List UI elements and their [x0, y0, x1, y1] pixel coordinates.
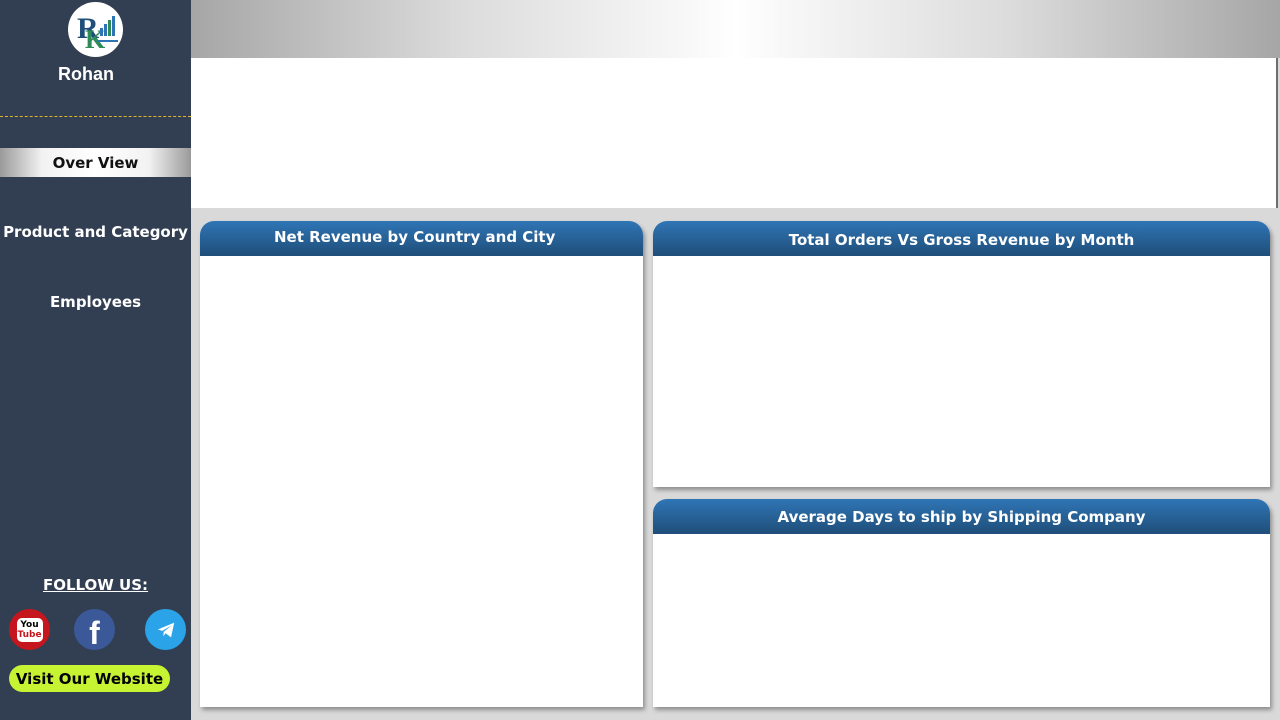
net-revenue-card: Net Revenue by Country and City [200, 221, 643, 707]
avg-days-ship-chart-area [653, 534, 1270, 707]
facebook-icon[interactable]: f [74, 609, 115, 650]
youtube-text-you: You [20, 619, 39, 630]
follow-us-label: FOLLOW US: [42, 576, 149, 594]
orders-vs-revenue-card: Total Orders Vs Gross Revenue by Month [653, 221, 1270, 487]
sidebar: R K Rohan Over View Product and Category… [0, 0, 191, 720]
header-panel [191, 58, 1278, 208]
orders-vs-revenue-chart-area [653, 256, 1270, 487]
facebook-glyph: f [89, 614, 100, 651]
rk-logo-icon: R K [68, 2, 123, 57]
orders-vs-revenue-card-title: Total Orders Vs Gross Revenue by Month [653, 221, 1270, 256]
sidebar-divider [0, 116, 191, 117]
header-banner [191, 0, 1280, 58]
visit-website-button[interactable]: Visit Our Website [9, 665, 170, 692]
avg-days-ship-card-title: Average Days to ship by Shipping Company [653, 499, 1270, 534]
nav-item-employees[interactable]: Employees [0, 293, 191, 311]
net-revenue-chart-area [200, 256, 643, 707]
youtube-icon[interactable]: You Tube [9, 609, 50, 650]
nav-item-overview[interactable]: Over View [0, 148, 191, 177]
youtube-text-tube: Tube [17, 629, 42, 640]
telegram-icon[interactable] [145, 609, 186, 650]
net-revenue-card-title: Net Revenue by Country and City [200, 221, 643, 256]
avg-days-ship-card: Average Days to ship by Shipping Company [653, 499, 1270, 707]
user-name: Rohan [58, 64, 114, 84]
nav-item-product-category[interactable]: Product and Category [0, 223, 191, 241]
